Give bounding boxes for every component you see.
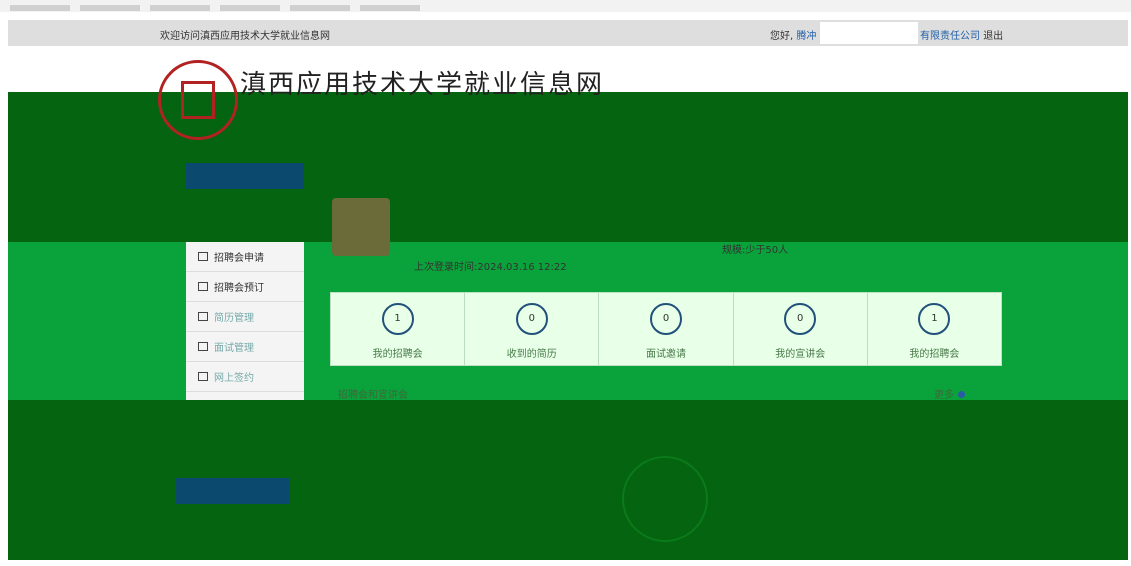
more-link-label: 更多 (934, 390, 954, 401)
company-avatar (332, 198, 390, 256)
sidebar-item-label: 面试管理 (214, 343, 254, 354)
bookmark-placeholder[interactable] (150, 5, 210, 11)
bookmark-placeholder[interactable] (80, 5, 140, 11)
welcome-text: 欢迎访问滇西应用技术大学就业信息网 (160, 31, 330, 42)
stat-count: 1 (918, 303, 951, 335)
sidebar-item-resume[interactable]: 简历管理 (186, 302, 304, 332)
stat-card[interactable]: 1 我的招聘会 (331, 293, 466, 365)
company-name-text: 有限责任公司 (920, 31, 980, 42)
company-name: 有限责任公司 退出 (920, 27, 1003, 42)
sidebar-header-secondary (176, 478, 290, 504)
company-scale: 规模:少于50人 (722, 245, 789, 256)
stat-card[interactable]: 1 我的招聘会 (868, 293, 1001, 365)
stat-card[interactable]: 0 面试邀请 (599, 293, 734, 365)
stat-count: 0 (515, 303, 548, 335)
sidebar-item-job-fair-apply[interactable]: 招聘会申请 (186, 242, 304, 272)
user-name-link[interactable]: 腾冲 (796, 31, 816, 42)
stat-count: 0 (650, 303, 682, 335)
sidebar-item-interview[interactable]: 面试管理 (186, 332, 304, 362)
sidebar-item-label: 网上签约 (214, 373, 254, 384)
stat-label: 我的招聘会 (372, 349, 423, 360)
stat-label: 面试邀请 (646, 349, 686, 360)
more-link[interactable]: 更多 (934, 386, 965, 401)
list-icon (198, 342, 208, 351)
stats-panel: 1 我的招聘会 0 收到的简历 0 面试邀请 0 我的宣讲会 1 我的招聘会 (330, 292, 1002, 366)
sidebar-item-label: 招聘会预订 (214, 283, 264, 294)
arrow-icon (958, 391, 965, 398)
site-brand: 滇西应用技术大学就业信息网 (240, 70, 605, 100)
sidebar-header (186, 163, 304, 189)
university-seal-icon (158, 60, 238, 140)
sidebar-menu: 招聘会申请 招聘会预订 简历管理 面试管理 网上签约 (186, 242, 304, 400)
stat-card[interactable]: 0 我的宣讲会 (734, 293, 868, 365)
sidebar-item-label: 简历管理 (214, 313, 254, 324)
bookmark-placeholder[interactable] (220, 5, 280, 11)
bookmark-placeholder[interactable] (10, 5, 70, 11)
top-bar: 欢迎访问滇西应用技术大学就业信息网 您好, 腾冲 有限责任公司 退出 (8, 20, 1128, 46)
stat-count: 0 (784, 303, 817, 335)
placeholder-circle (622, 456, 708, 542)
sidebar-item-signing[interactable]: 网上签约 (186, 362, 304, 392)
stat-label: 我的招聘会 (909, 349, 960, 360)
redacted-block (820, 22, 918, 44)
sidebar-item-job-fair-book[interactable]: 招聘会预订 (186, 272, 304, 302)
list-icon (198, 252, 208, 261)
list-icon (198, 312, 208, 321)
stat-label: 收到的简历 (506, 349, 557, 360)
last-login-time: 上次登录时间:2024.03.16 12:22 (414, 262, 567, 273)
list-icon (198, 282, 208, 291)
stat-count: 1 (381, 303, 414, 335)
browser-bookmarks-bar (0, 0, 1131, 12)
user-greeting: 您好, 腾冲 (770, 27, 816, 42)
list-icon (198, 372, 208, 381)
bookmark-placeholder[interactable] (290, 5, 350, 11)
sidebar-item-label: 招聘会申请 (214, 253, 264, 264)
logout-link[interactable]: 退出 (983, 31, 1003, 42)
greeting-text: 您好, (770, 31, 794, 42)
stat-card[interactable]: 0 收到的简历 (465, 293, 600, 365)
bookmark-placeholder[interactable] (360, 5, 420, 11)
section-title: 招聘会和宣讲会 (338, 390, 408, 401)
stat-label: 我的宣讲会 (775, 349, 826, 360)
